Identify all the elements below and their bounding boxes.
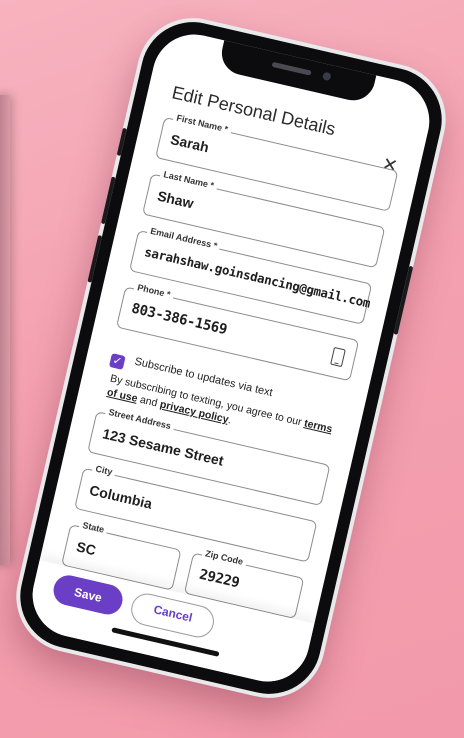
last-name-label: Last Name * [159,168,218,192]
speaker-grille [271,61,312,76]
mobile-phone-icon [330,346,346,368]
consent-period: . [226,414,233,427]
city-label: City [91,462,117,478]
front-camera [322,71,332,82]
consent-and: and [138,393,159,410]
zip-code-label: Zip Code [201,547,247,568]
first-name-value: Sarah [168,131,211,156]
city-value: Columbia [87,481,154,512]
state-label: State [78,519,109,536]
save-button[interactable]: Save [50,572,126,618]
state-value: SC [74,538,98,559]
last-name-value: Shaw [155,187,196,212]
phone-screen: Edit Personal Details ✕ First Name * Sar… [24,26,438,690]
background-panel [0,95,10,565]
subscribe-checkbox[interactable]: ✓ [108,353,126,370]
edit-personal-details-modal: Edit Personal Details ✕ First Name * Sar… [24,26,437,690]
zip-code-value: 29229 [197,566,241,592]
phone-device: Edit Personal Details ✕ First Name * Sar… [9,11,453,705]
phone-label: Phone * [133,281,175,301]
street-address-value: 123 Sesame Street [101,425,226,469]
phone-value: 803-386-1569 [129,300,229,339]
first-name-label: First Name * [172,112,232,135]
